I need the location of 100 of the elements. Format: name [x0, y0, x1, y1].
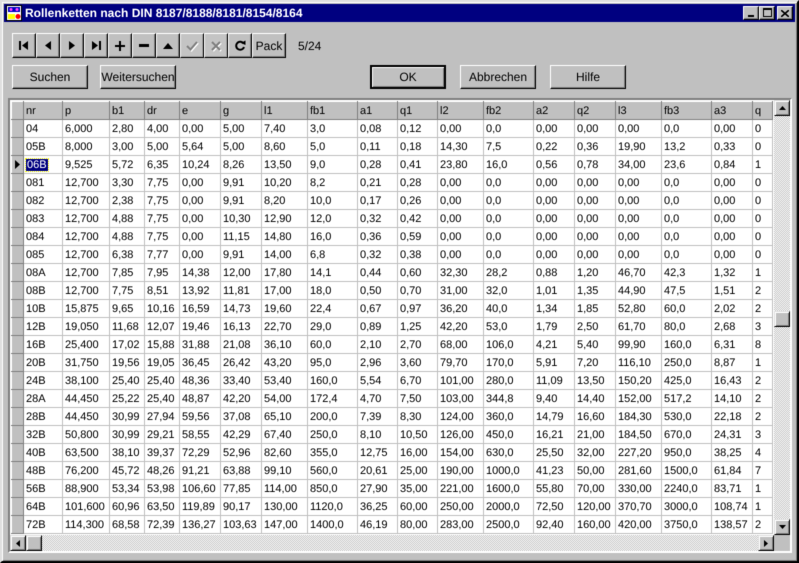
table-cell: 26,42: [220, 354, 262, 372]
column-header[interactable]: q2: [574, 102, 616, 120]
table-cell: 130,00: [262, 498, 308, 516]
size-grip[interactable]: [774, 535, 790, 551]
table-cell: 0,00: [180, 228, 220, 246]
column-header[interactable]: q: [752, 102, 772, 120]
table-cell: 124,00: [438, 408, 484, 426]
table-cell: 15,88: [144, 336, 180, 354]
table-cell: 0,0: [484, 228, 534, 246]
table-cell: 1000,0: [484, 462, 534, 480]
minimize-button[interactable]: [743, 6, 759, 20]
table-cell: 45,72: [110, 462, 144, 480]
table-cell: 52,96: [220, 444, 262, 462]
table-cell: 10,0: [308, 192, 358, 210]
table-cell: 0,41: [398, 156, 438, 174]
scroll-thumb[interactable]: [774, 311, 790, 327]
table-cell: 0,00: [180, 120, 220, 138]
insert-button[interactable]: [108, 33, 132, 58]
horizontal-scrollbar[interactable]: [10, 535, 774, 551]
table-cell: 44,450: [62, 408, 110, 426]
table-cell: 19,05: [144, 354, 180, 372]
table-cell: 72,39: [144, 516, 180, 534]
table-cell: 8,20: [262, 192, 308, 210]
dialog-button[interactable]: Weitersuchen: [100, 65, 176, 89]
table-cell: 90,17: [220, 498, 262, 516]
maximize-button[interactable]: [759, 6, 775, 20]
row-indicator[interactable]: [12, 156, 24, 174]
column-header[interactable]: l1: [262, 102, 308, 120]
dialog-button[interactable]: Suchen: [12, 65, 88, 89]
pack-button[interactable]: Pack: [252, 33, 286, 58]
table-cell: 55,80: [534, 480, 574, 498]
column-header[interactable]: a1: [358, 102, 398, 120]
column-header[interactable]: fb1: [308, 102, 358, 120]
table-cell: 116,10: [616, 354, 662, 372]
table-cell: 1,32: [712, 264, 752, 282]
table-cell: 2,68: [712, 318, 752, 336]
table-cell: 16,43: [712, 372, 752, 390]
edit-button[interactable]: [156, 33, 180, 58]
table-cell: 1: [752, 264, 772, 282]
table-cell: 25,400: [62, 336, 110, 354]
table-cell: 16,13: [220, 318, 262, 336]
close-button[interactable]: [777, 6, 793, 20]
first-button[interactable]: [12, 33, 36, 58]
delete-button[interactable]: [132, 33, 156, 58]
table-cell: 250,0: [662, 354, 712, 372]
column-header[interactable]: l3: [616, 102, 662, 120]
scroll-thumb[interactable]: [26, 535, 42, 551]
table-cell: 152,00: [616, 390, 662, 408]
column-header[interactable]: a3: [712, 102, 752, 120]
prior-button[interactable]: [36, 33, 60, 58]
column-header[interactable]: nr: [24, 102, 62, 120]
scroll-up-button[interactable]: [774, 100, 790, 116]
column-header[interactable]: b1: [110, 102, 144, 120]
last-button[interactable]: [84, 33, 108, 58]
selected-cell[interactable]: 06B: [26, 158, 48, 170]
column-header[interactable]: g: [220, 102, 262, 120]
column-header[interactable]: q1: [398, 102, 438, 120]
table-cell: 081: [24, 174, 62, 192]
table-cell: 0: [752, 228, 772, 246]
table-cell: 28A: [24, 390, 62, 408]
table-cell: 670,0: [662, 426, 712, 444]
column-header[interactable]: fb2: [484, 102, 534, 120]
column-header[interactable]: fb3: [662, 102, 712, 120]
table-cell: 0,00: [180, 210, 220, 228]
table-cell: 12,700: [62, 246, 110, 264]
column-header[interactable]: a2: [534, 102, 574, 120]
column-header[interactable]: dr: [144, 102, 180, 120]
table-cell: 77,85: [220, 480, 262, 498]
next-button[interactable]: [60, 33, 84, 58]
table-cell: 10,16: [144, 300, 180, 318]
refresh-button[interactable]: [228, 33, 252, 58]
table-cell: 48,36: [180, 372, 220, 390]
table-cell: 44,90: [616, 282, 662, 300]
table-cell: 11,68: [110, 318, 144, 336]
column-header[interactable]: l2: [438, 102, 484, 120]
dialog-button[interactable]: Hilfe: [550, 65, 626, 89]
scroll-left-button[interactable]: [10, 535, 26, 551]
table-cell: 42,20: [220, 390, 262, 408]
table-cell: 0,22: [534, 138, 574, 156]
up-arrow-icon: [778, 106, 786, 110]
table-cell: 7,75: [144, 174, 180, 192]
table-cell: 4,70: [358, 390, 398, 408]
table-cell: 59,56: [180, 408, 220, 426]
table-cell: 0,00: [616, 192, 662, 210]
table-cell: 2240,0: [662, 480, 712, 498]
default-button[interactable]: OK: [370, 65, 446, 89]
dialog-button[interactable]: Abbrechen: [460, 65, 536, 89]
table-cell: 32,0: [484, 282, 534, 300]
table-cell: 5,91: [534, 354, 574, 372]
scroll-right-button[interactable]: [758, 535, 774, 551]
table-cell: 3,30: [110, 174, 144, 192]
column-header[interactable]: p: [62, 102, 110, 120]
table-cell: 23,6: [662, 156, 712, 174]
table-cell: 12,700: [62, 174, 110, 192]
vertical-scrollbar[interactable]: [774, 100, 790, 535]
table-cell: 8,2: [308, 174, 358, 192]
table-cell: 0,00: [616, 246, 662, 264]
table-cell: 63,500: [62, 444, 110, 462]
scroll-down-button[interactable]: [774, 519, 790, 535]
column-header[interactable]: e: [180, 102, 220, 120]
